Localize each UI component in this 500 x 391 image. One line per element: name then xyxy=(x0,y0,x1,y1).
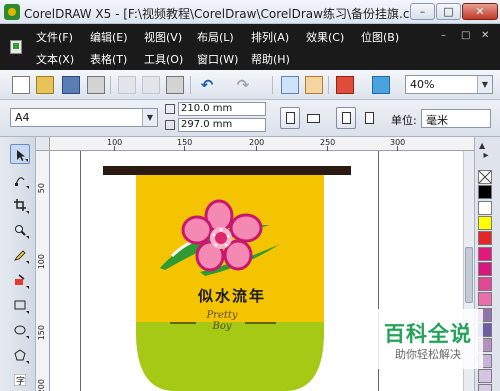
color-swatch[interactable] xyxy=(478,277,492,291)
flag-subtitle[interactable]: Pretty Boy xyxy=(196,310,248,332)
petal[interactable] xyxy=(181,215,213,245)
color-swatch[interactable] xyxy=(478,231,492,245)
color-swatch[interactable] xyxy=(478,247,492,261)
color-swatch[interactable] xyxy=(478,292,492,306)
watermark-title: 百科全说 xyxy=(384,322,472,346)
flag-rod[interactable] xyxy=(103,166,351,175)
color-swatch[interactable] xyxy=(478,201,492,215)
no-fill-swatch[interactable] xyxy=(478,170,492,184)
palette-scroll-up-icon[interactable]: ▲ xyxy=(479,141,485,150)
palette-flyout-icon[interactable]: ▸ xyxy=(480,150,492,162)
color-swatch[interactable] xyxy=(478,262,492,276)
petal[interactable] xyxy=(229,213,263,243)
flower-center[interactable] xyxy=(215,232,227,244)
flag-bottom-panel[interactable] xyxy=(136,322,324,391)
watermark-subtitle: 助你轻松解决 xyxy=(395,348,461,361)
scroll-thumb[interactable] xyxy=(465,247,473,303)
flag-title[interactable]: 似水流年 xyxy=(180,285,284,306)
color-swatch[interactable] xyxy=(478,185,492,199)
color-swatch[interactable] xyxy=(478,216,492,230)
color-swatch[interactable] xyxy=(478,369,492,383)
color-swatch[interactable] xyxy=(478,384,492,391)
